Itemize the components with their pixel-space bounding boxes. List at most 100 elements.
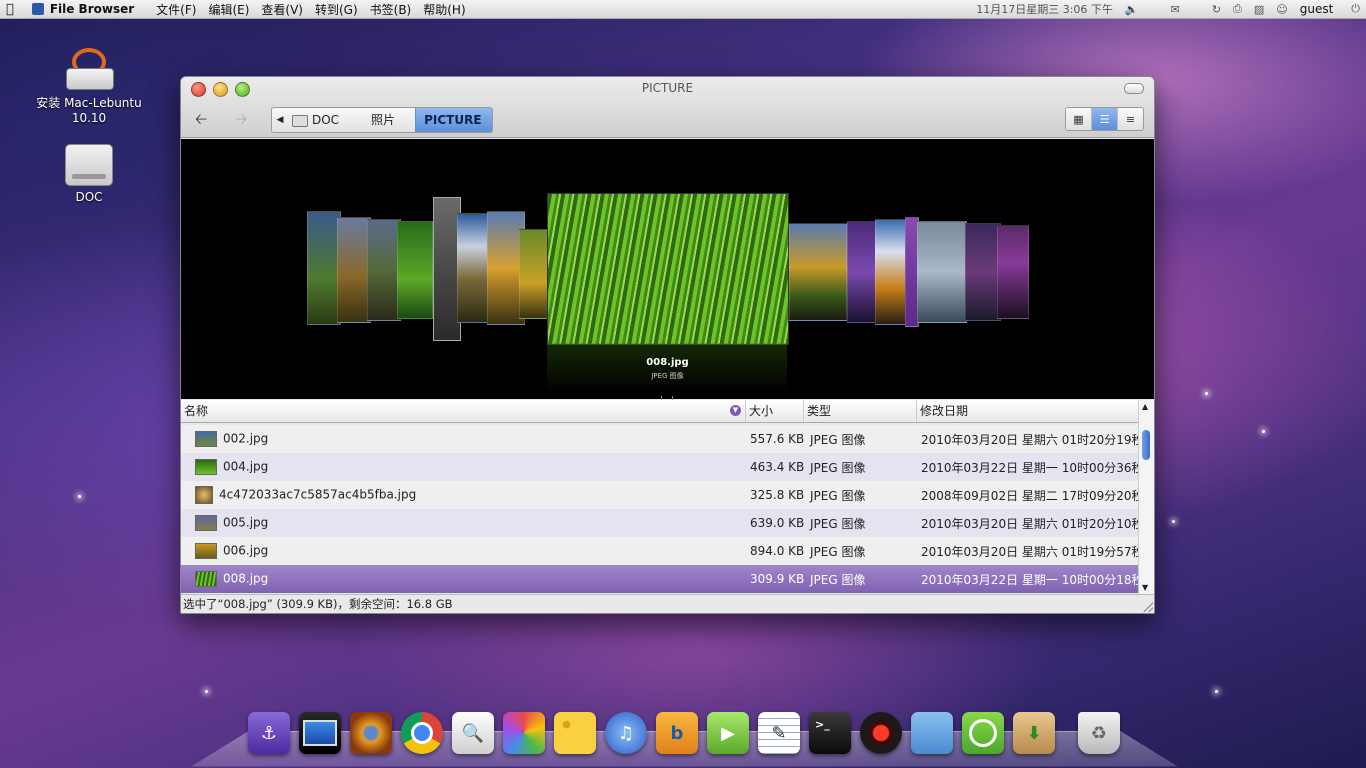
cover-thumbnail[interactable] (337, 217, 371, 323)
apple-icon[interactable]:  (0, 2, 20, 17)
cover-thumbnail[interactable] (965, 223, 1001, 321)
column-header-modified[interactable]: 修改日期 (917, 400, 1138, 422)
bluetooth-icon[interactable]: b (656, 712, 698, 754)
menu-view[interactable]: 查看(V) (255, 1, 309, 18)
scrollbar-thumb[interactable] (1142, 430, 1150, 460)
notepad-icon[interactable]: ✎ (758, 712, 800, 754)
forward-arrow-icon[interactable]: 🡢 (235, 109, 247, 134)
update-icon[interactable]: ↻ (1206, 3, 1227, 16)
column-header-type[interactable]: 类型 (804, 400, 917, 422)
desktop-icon-label: DOC (75, 190, 103, 204)
drive-small-icon (292, 114, 308, 127)
path-left-arrow-icon[interactable]: ◀ (272, 108, 288, 132)
cover-selected[interactable] (547, 193, 789, 345)
clock[interactable]: 11月17日星期三 3:06 下午 (970, 1, 1119, 17)
path-crumb-picture[interactable]: PICTURE (415, 108, 493, 132)
back-arrow-icon[interactable]: 🡠 (195, 109, 207, 134)
table-row[interactable]: 004.jpg 463.4 KB JPEG 图像 2010年03月22日 星期一… (181, 453, 1138, 481)
image-thumbnail-icon (195, 431, 217, 447)
chrome-icon[interactable] (401, 712, 443, 754)
list-header: 名称 ▼ 大小 类型 修改日期 (181, 400, 1138, 423)
volume-icon[interactable]: 🔈 (1119, 3, 1145, 16)
user-icon[interactable]: ☺ (1270, 3, 1293, 16)
printer-icon[interactable]: ⎙ (1227, 2, 1248, 16)
image-thumbnail-icon (195, 515, 217, 531)
desktop-icon-doc[interactable]: DOC (60, 144, 118, 204)
folder-icon[interactable] (911, 712, 953, 754)
table-row[interactable]: 005.jpg 639.0 KB JPEG 图像 2010年03月20日 星期六… (181, 509, 1138, 537)
user-name[interactable]: guest (1294, 2, 1340, 16)
package-icon[interactable]: ⬇ (1013, 712, 1055, 754)
icon-view-icon[interactable]: ▦ (1066, 108, 1091, 130)
display-icon[interactable] (299, 712, 341, 754)
power-icon[interactable]: ⏻ (1345, 2, 1366, 16)
file-type: JPEG 图像 (810, 488, 866, 503)
scroll-up-arrow-icon[interactable]: ▲ (1142, 402, 1148, 411)
anchor-icon[interactable]: ⚓ (248, 712, 290, 754)
file-type: JPEG 图像 (810, 572, 866, 587)
cover-thumbnail[interactable] (457, 213, 491, 323)
file-modified: 2010年03月20日 星期六 01时20分10秒 (921, 516, 1138, 531)
menu-file[interactable]: 文件(F) (150, 1, 202, 18)
file-type: JPEG 图像 (810, 544, 866, 559)
vertical-scrollbar[interactable]: ▲ ▼ (1138, 400, 1154, 594)
eye-icon[interactable] (350, 712, 392, 754)
desktop-icon-install[interactable]: 安装 Mac-Lebuntu 10.10 (22, 44, 156, 125)
list-view-icon[interactable]: ☰ (1091, 108, 1117, 130)
dock: ⚓ 🔍 ♫ b ▶ ✎ >_ ⬇ ♻ (191, 704, 1178, 768)
table-row-selected[interactable]: 008.jpg 309.9 KB JPEG 图像 2010年03月22日 星期一… (181, 565, 1138, 593)
record-icon[interactable] (860, 712, 902, 754)
file-name: 005.jpg (223, 515, 269, 530)
table-row[interactable]: 002.jpg 557.6 KB JPEG 图像 2010年03月20日 星期六… (181, 425, 1138, 453)
cover-flow-view[interactable]: 008.jpg JPEG 图像 (181, 139, 1154, 399)
image-thumbnail-icon (195, 543, 217, 559)
app-name[interactable]: File Browser (48, 2, 140, 16)
path-crumb-photos[interactable]: 照片 (351, 108, 415, 132)
cover-thumbnail[interactable] (917, 221, 967, 323)
compact-view-icon[interactable]: ≡ (1117, 108, 1143, 130)
menu-help[interactable]: 帮助(H) (417, 1, 471, 18)
toolbar-toggle-button[interactable] (1124, 83, 1144, 94)
paint-icon[interactable] (503, 712, 545, 754)
desktop-icon-label: 安装 Mac-Lebuntu 10.10 (36, 96, 142, 125)
cover-thumbnail[interactable] (397, 221, 433, 319)
window-title: PICTURE (641, 81, 694, 95)
cover-thumbnail[interactable] (847, 221, 877, 323)
file-size: 557.6 KB (750, 432, 804, 446)
table-row[interactable]: 006.jpg 894.0 KB JPEG 图像 2010年03月20日 星期六… (181, 537, 1138, 565)
mail-icon[interactable]: ✉ (1165, 3, 1186, 16)
column-header-size[interactable]: 大小 (746, 400, 804, 422)
cover-thumbnail[interactable] (789, 223, 847, 321)
cover-thumbnail[interactable] (519, 229, 549, 319)
top-menubar:  File Browser 文件(F) 编辑(E) 查看(V) 转到(G) 书… (0, 0, 1366, 19)
file-name: 006.jpg (223, 543, 269, 558)
cheese-icon[interactable] (554, 712, 596, 754)
window-titlebar[interactable]: PICTURE 🡠 🡢 ◀ DOC 照片 PICTURE ▦ ☰ ≡ (181, 77, 1154, 138)
file-type: JPEG 图像 (810, 460, 866, 475)
file-type: JPEG 图像 (810, 432, 866, 447)
menu-go[interactable]: 转到(G) (309, 1, 364, 18)
scroll-down-arrow-icon[interactable]: ▼ (1142, 583, 1148, 592)
menu-bookmarks[interactable]: 书签(B) (364, 1, 418, 18)
trash-icon[interactable]: ♻ (1078, 712, 1120, 754)
table-row[interactable]: 4c472033ac7c5857ac4b5fba.jpg 325.8 KB JP… (181, 481, 1138, 509)
play-icon[interactable]: ▶ (707, 712, 749, 754)
sort-descending-icon[interactable]: ▼ (730, 405, 741, 416)
image-thumbnail-icon (195, 486, 213, 504)
network-icon[interactable]: ▨ (1248, 3, 1270, 16)
ubuntu-icon[interactable] (962, 712, 1004, 754)
file-name: 4c472033ac7c5857ac4b5fba.jpg (219, 487, 417, 502)
cover-thumbnail[interactable] (307, 211, 341, 325)
cover-thumbnail[interactable] (367, 219, 401, 321)
cover-thumbnail[interactable] (997, 225, 1029, 319)
file-name: 002.jpg (223, 431, 269, 446)
menu-edit[interactable]: 编辑(E) (202, 1, 255, 18)
terminal-icon[interactable]: >_ (809, 712, 851, 754)
column-header-name[interactable]: 名称 ▼ (181, 400, 746, 422)
music-icon[interactable]: ♫ (605, 712, 647, 754)
path-crumb-doc[interactable]: DOC (288, 108, 351, 132)
magnifier-icon[interactable]: 🔍 (452, 712, 494, 754)
cover-thumbnail[interactable] (875, 219, 907, 325)
image-thumbnail-icon (195, 459, 217, 475)
resize-grip-icon[interactable] (1143, 602, 1153, 612)
